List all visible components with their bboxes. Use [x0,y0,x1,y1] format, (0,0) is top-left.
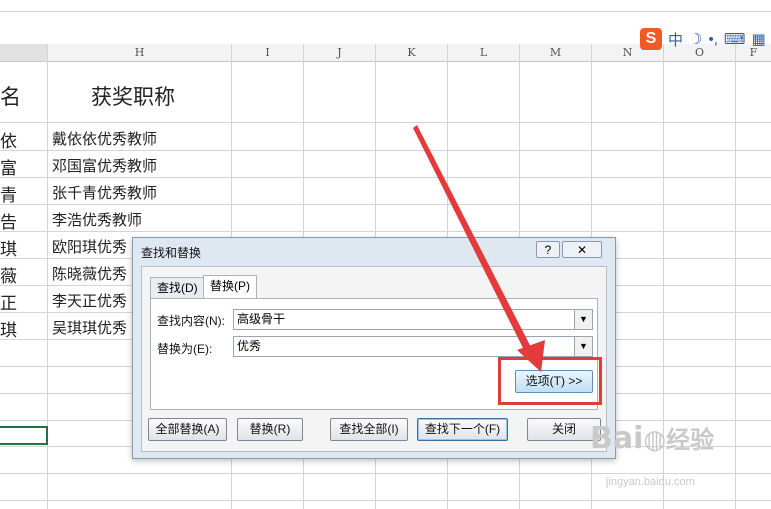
watermark-url: jingyan.baidu.com [606,476,695,488]
paw-icon: ◍ [643,425,667,455]
watermark-brand: Bai [590,421,644,456]
arrow-shaft [413,125,535,358]
watermark-brand2: 经验 [666,426,715,454]
baidu-watermark: Bai◍经验 [590,420,714,456]
highlight-box [498,357,602,405]
